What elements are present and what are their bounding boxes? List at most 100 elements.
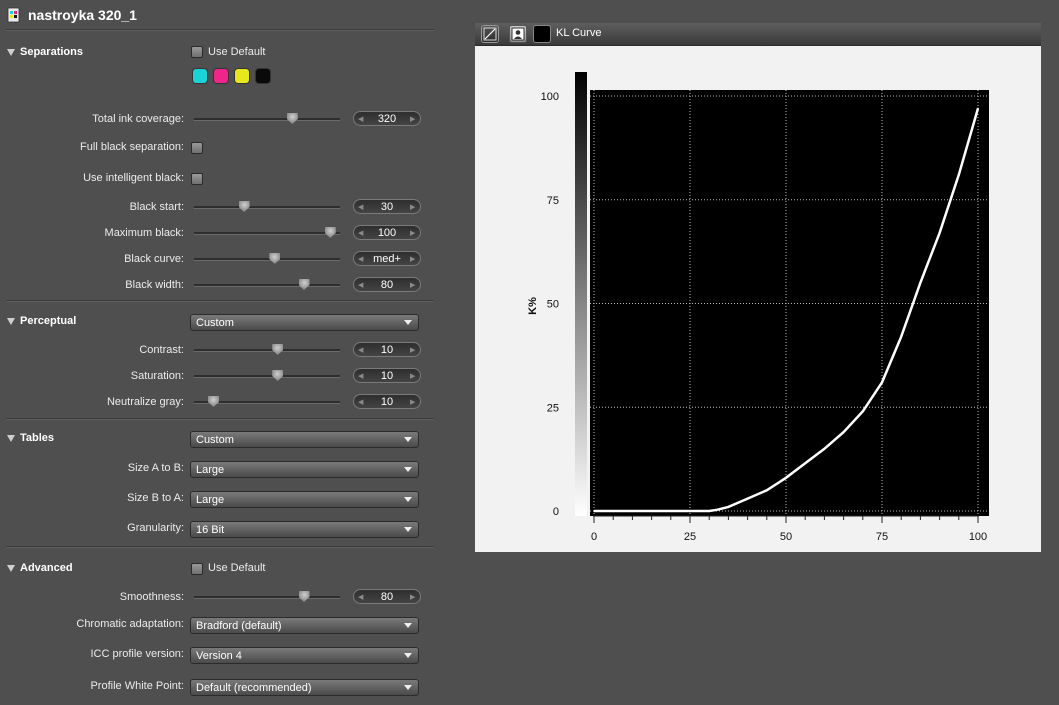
smoothness-slider[interactable] — [194, 591, 340, 602]
section-title: Tables — [20, 432, 55, 444]
chromatic-adaptation-dropdown[interactable]: Bradford (default) — [190, 617, 419, 634]
stepper-value[interactable]: 80 — [364, 591, 410, 603]
black-start-label: Black start: — [129, 201, 184, 213]
size-b-a-dropdown[interactable]: Large — [190, 491, 419, 508]
section-title: Separations — [20, 46, 83, 58]
increment-icon[interactable]: ▶ — [410, 281, 416, 289]
chevron-down-icon — [404, 685, 412, 690]
slider-thumb[interactable] — [238, 201, 250, 212]
data-point — [919, 281, 922, 284]
slider-thumb[interactable] — [298, 279, 310, 290]
image-tool-button[interactable] — [509, 25, 527, 43]
curve-tool-button[interactable] — [481, 25, 499, 43]
data-point — [766, 489, 768, 492]
full-black-checkbox[interactable] — [191, 142, 203, 154]
increment-icon[interactable]: ▶ — [410, 255, 416, 263]
white-point-dropdown[interactable]: Default (recommended) — [190, 679, 419, 696]
increment-icon[interactable]: ▶ — [410, 398, 416, 406]
stepper-value[interactable]: 320 — [364, 113, 410, 125]
contrast-label: Contrast: — [139, 344, 184, 356]
data-point — [842, 431, 845, 433]
section-advanced-toggle[interactable]: Advanced — [7, 561, 73, 575]
perceptual-mode-dropdown[interactable]: Custom — [190, 314, 419, 331]
dropdown-value: Custom — [196, 433, 234, 446]
slider-thumb[interactable] — [286, 113, 298, 124]
saturation-stepper[interactable]: ◀ 10 ▶ — [353, 368, 421, 383]
disclosure-triangle-icon — [7, 434, 15, 442]
yellow-swatch[interactable] — [235, 69, 249, 83]
x-tick-label: 25 — [684, 531, 696, 543]
advanced-use-default-checkbox[interactable] — [191, 563, 203, 575]
data-point — [593, 510, 595, 512]
stepper-value[interactable]: 30 — [364, 201, 410, 213]
chevron-down-icon — [404, 320, 412, 325]
chevron-down-icon — [404, 653, 412, 658]
icc-version-dropdown[interactable]: Version 4 — [190, 647, 419, 664]
checkbox-label: Use Default — [208, 562, 266, 574]
stepper-value[interactable]: 10 — [364, 396, 410, 408]
y-tick-label: 100 — [541, 91, 559, 103]
stepper-value[interactable]: 10 — [364, 370, 410, 382]
slider-thumb[interactable] — [324, 227, 336, 238]
granularity-dropdown[interactable]: 16 Bit — [190, 521, 419, 538]
total-ink-slider[interactable] — [194, 113, 340, 124]
magenta-swatch[interactable] — [214, 69, 228, 83]
neutralize-gray-stepper[interactable]: ◀ 10 ▶ — [353, 394, 421, 409]
increment-icon[interactable]: ▶ — [410, 203, 416, 211]
chevron-down-icon — [404, 467, 412, 472]
neutralize-gray-slider[interactable] — [194, 396, 340, 407]
tables-mode-dropdown[interactable]: Custom — [190, 431, 419, 448]
neutralize-gray-label: Neutralize gray: — [106, 396, 184, 408]
black-width-stepper[interactable]: ◀ 80 ▶ — [353, 277, 421, 292]
contrast-slider[interactable] — [194, 344, 340, 355]
separations-use-default-checkbox[interactable] — [191, 46, 203, 58]
max-black-slider[interactable] — [194, 227, 340, 238]
data-point — [881, 381, 883, 384]
slider-thumb[interactable] — [272, 370, 284, 381]
section-separations-toggle[interactable]: Separations — [7, 45, 83, 59]
dropdown-value: Large — [196, 493, 225, 506]
data-point — [746, 497, 749, 500]
section-perceptual-toggle[interactable]: Perceptual — [7, 314, 76, 328]
x-tick-label: 75 — [876, 531, 888, 543]
increment-icon[interactable]: ▶ — [410, 346, 416, 354]
increment-icon[interactable]: ▶ — [410, 115, 416, 123]
black-channel-swatch[interactable] — [533, 25, 551, 43]
slider-thumb[interactable] — [272, 344, 284, 355]
section-tables-toggle[interactable]: Tables — [7, 431, 54, 445]
data-point — [727, 506, 730, 508]
stepper-value[interactable]: 80 — [364, 279, 410, 291]
contrast-stepper[interactable]: ◀ 10 ▶ — [353, 342, 421, 357]
increment-icon[interactable]: ▶ — [410, 593, 416, 601]
disclosure-triangle-icon — [7, 317, 15, 325]
black-curve-stepper[interactable]: ◀ med+ ▶ — [353, 251, 421, 266]
increment-icon[interactable]: ▶ — [410, 372, 416, 380]
stepper-value[interactable]: med+ — [364, 253, 410, 265]
intelligent-black-checkbox[interactable] — [191, 173, 203, 185]
stepper-value[interactable]: 10 — [364, 344, 410, 356]
max-black-label: Maximum black: — [104, 227, 184, 239]
smoothness-stepper[interactable]: ◀ 80 ▶ — [353, 589, 421, 604]
black-swatch[interactable] — [256, 69, 270, 83]
x-tick-label: 100 — [969, 531, 987, 543]
slider-thumb[interactable] — [269, 253, 281, 264]
y-tick-label: 75 — [547, 195, 559, 207]
saturation-slider[interactable] — [194, 370, 340, 381]
black-width-label: Black width: — [125, 279, 184, 291]
black-start-slider[interactable] — [194, 201, 340, 212]
increment-icon[interactable]: ▶ — [410, 229, 416, 237]
slider-thumb[interactable] — [207, 396, 219, 407]
slider-thumb[interactable] — [298, 591, 310, 602]
y-axis-label: K% — [527, 297, 539, 315]
total-ink-stepper[interactable]: ◀ 320 ▶ — [353, 111, 421, 126]
black-width-slider[interactable] — [194, 279, 340, 290]
divider — [6, 418, 434, 420]
data-point — [900, 335, 902, 338]
stepper-value[interactable]: 100 — [364, 227, 410, 239]
data-point — [670, 510, 672, 512]
black-curve-slider[interactable] — [194, 253, 340, 264]
size-a-b-dropdown[interactable]: Large — [190, 461, 419, 478]
black-start-stepper[interactable]: ◀ 30 ▶ — [353, 199, 421, 214]
cyan-swatch[interactable] — [193, 69, 207, 83]
max-black-stepper[interactable]: ◀ 100 ▶ — [353, 225, 421, 240]
